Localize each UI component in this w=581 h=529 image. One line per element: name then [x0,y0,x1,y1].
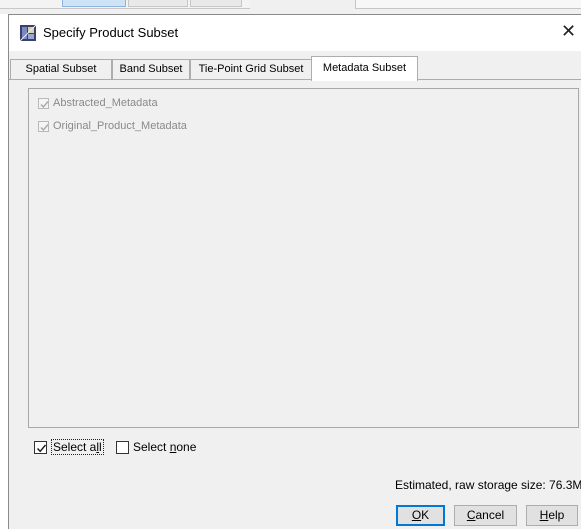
metadata-item-original: Original_Product_Metadata [38,118,187,134]
metadata-item-label: Original_Product_Metadata [53,120,187,132]
cancel-button[interactable]: Cancel [454,505,517,526]
dialog-titlebar[interactable]: Specify Product Subset ✕ [9,15,581,51]
check-icon [38,120,49,132]
select-none-label: Select none [133,440,197,454]
tab-tie-point-grid-subset[interactable]: Tie-Point Grid Subset [190,59,312,79]
select-all-label: Select all [51,439,104,455]
background-button [128,0,188,7]
tab-divider [9,79,581,80]
select-none-checkbox[interactable]: Select none [116,439,196,455]
dialog-title: Specify Product Subset [43,25,179,40]
check-icon[interactable] [34,440,47,454]
background-button-selected [62,0,126,7]
ok-button[interactable]: OK [396,505,445,526]
tab-spatial-subset[interactable]: Spatial Subset [10,59,112,79]
background-button [190,0,242,7]
subset-tabs: Spatial Subset Band Subset Tie-Point Gri… [9,56,581,81]
metadata-list-panel: Abstracted_Metadata Original_Product_Met… [28,88,579,428]
product-subset-icon [19,24,37,42]
close-icon[interactable]: ✕ [561,21,576,41]
background-window-strip [0,0,581,14]
check-icon [38,97,49,109]
storage-estimate: Estimated, raw storage size: 76.3M [395,478,581,492]
background-panel [355,0,581,9]
help-button[interactable]: Help [526,505,578,526]
select-all-checkbox[interactable]: Select all [34,439,104,455]
tab-metadata-subset[interactable]: Metadata Subset [311,56,418,81]
unchecked-box[interactable] [116,440,129,454]
metadata-item-label: Abstracted_Metadata [53,97,158,109]
tab-band-subset[interactable]: Band Subset [112,59,190,79]
metadata-item-abstracted: Abstracted_Metadata [38,95,158,111]
specify-product-subset-dialog: Specify Product Subset ✕ Spatial Subset … [8,14,581,529]
